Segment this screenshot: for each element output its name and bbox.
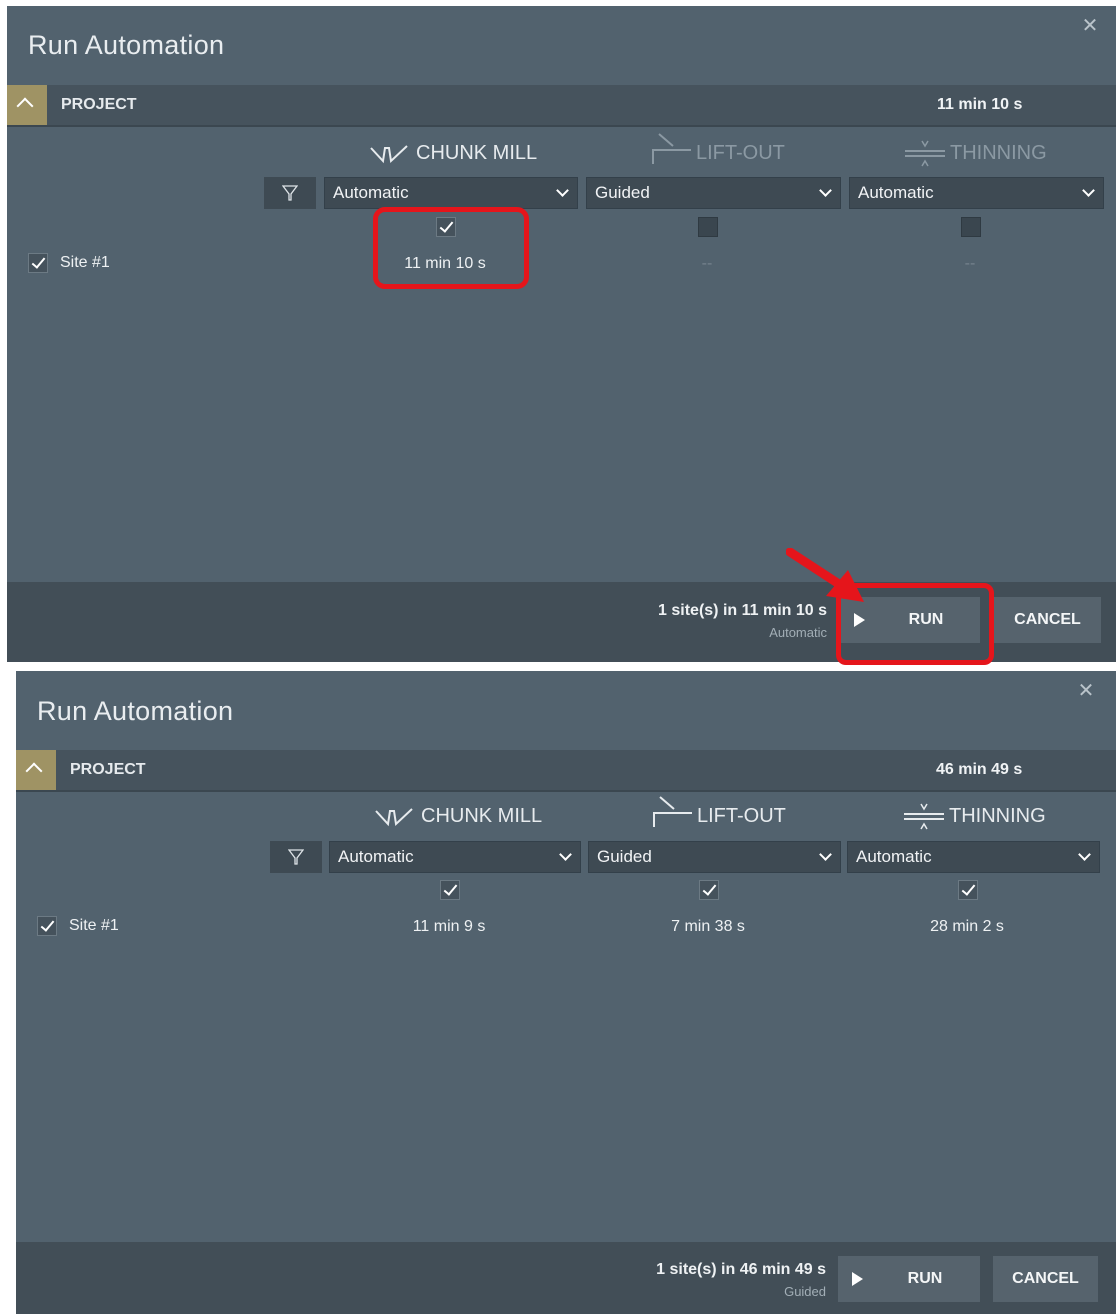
select-value: Automatic bbox=[333, 183, 409, 202]
column-label: CHUNK MILL bbox=[416, 141, 538, 164]
select-value: Automatic bbox=[858, 183, 934, 202]
chevron-down-icon bbox=[819, 848, 832, 861]
chunk-mill-checkbox[interactable] bbox=[440, 880, 460, 900]
site-thinning-time: 28 min 2 s bbox=[930, 918, 1004, 935]
column-label: THINNING bbox=[949, 804, 1046, 827]
site-chunk-mill-time: 11 min 9 s bbox=[412, 918, 486, 935]
select-value: Guided bbox=[597, 847, 652, 866]
run-summary: 1 site(s) in 11 min 10 s bbox=[658, 602, 827, 619]
select-value: Automatic bbox=[338, 847, 414, 866]
run-label: RUN bbox=[908, 611, 944, 628]
run-automation-dialog-after: Run Automation ✕ PROJECT 46 min 49 s CHU… bbox=[16, 671, 1116, 1314]
chevron-down-icon bbox=[1078, 848, 1091, 861]
site-lift-out-time: 7 min 38 s bbox=[671, 918, 745, 935]
project-label: PROJECT bbox=[70, 761, 146, 778]
site-chunk-mill-time: 11 min 10 s bbox=[404, 255, 486, 272]
run-button[interactable]: RUN bbox=[838, 1256, 980, 1302]
project-bar: PROJECT 46 min 49 s bbox=[16, 750, 1116, 792]
project-total-time: 11 min 10 s bbox=[937, 96, 1023, 113]
column-label: CHUNK MILL bbox=[421, 804, 543, 827]
thinning-checkbox[interactable] bbox=[961, 217, 981, 237]
chunk-mill-mode-select[interactable]: Automatic bbox=[324, 177, 578, 209]
chunk-mill-icon bbox=[375, 808, 413, 827]
chevron-down-icon bbox=[559, 848, 572, 861]
run-mode: Guided bbox=[784, 1284, 826, 1299]
column-label: LIFT-OUT bbox=[697, 804, 786, 827]
thinning-icon bbox=[904, 803, 944, 830]
column-header-lift-out: LIFT-OUT bbox=[651, 133, 785, 166]
run-automation-dialog-before: Run Automation ✕ PROJECT 11 min 10 s CHU… bbox=[7, 6, 1116, 662]
chevron-down-icon bbox=[556, 184, 569, 197]
project-total-time: 46 min 49 s bbox=[936, 761, 1023, 778]
run-label: RUN bbox=[907, 1270, 943, 1287]
filter-button[interactable] bbox=[270, 841, 322, 873]
filter-icon bbox=[288, 849, 304, 865]
site-thinning-time: -- bbox=[964, 255, 976, 272]
lift-out-mode-select[interactable]: Guided bbox=[586, 177, 841, 209]
column-header-chunk-mill: CHUNK MILL bbox=[374, 803, 542, 829]
thinning-icon bbox=[905, 140, 945, 167]
column-header-lift-out: LIFT-OUT bbox=[652, 796, 786, 829]
dialog-footer: 1 site(s) in 11 min 10 s Automatic RUN C… bbox=[7, 582, 1116, 662]
select-value: Guided bbox=[595, 183, 650, 202]
lift-out-icon bbox=[653, 796, 692, 827]
cancel-button[interactable]: CANCEL bbox=[994, 597, 1101, 643]
close-icon[interactable]: ✕ bbox=[1076, 681, 1096, 701]
run-summary: 1 site(s) in 46 min 49 s bbox=[656, 1261, 826, 1278]
close-icon[interactable]: ✕ bbox=[1080, 16, 1100, 36]
filter-button[interactable] bbox=[264, 177, 316, 209]
cancel-label: CANCEL bbox=[1014, 611, 1081, 628]
dialog-footer: 1 site(s) in 46 min 49 s Guided RUN CANC… bbox=[16, 1242, 1116, 1314]
lift-out-mode-select[interactable]: Guided bbox=[588, 841, 841, 873]
chevron-down-icon bbox=[1082, 184, 1095, 197]
column-label: LIFT-OUT bbox=[696, 141, 785, 164]
site-checkbox[interactable] bbox=[37, 916, 57, 936]
column-header-thinning: THINNING bbox=[903, 140, 1047, 167]
cancel-label: CANCEL bbox=[1012, 1270, 1079, 1287]
select-value: Automatic bbox=[856, 847, 932, 866]
filter-icon bbox=[282, 185, 298, 201]
lift-out-icon bbox=[652, 133, 691, 164]
project-bar: PROJECT 11 min 10 s bbox=[7, 85, 1116, 127]
site-label: Site #1 bbox=[60, 254, 110, 271]
thinning-checkbox[interactable] bbox=[958, 880, 978, 900]
arrow-annotation-icon bbox=[786, 548, 864, 602]
chunk-mill-icon bbox=[370, 145, 408, 164]
cancel-button[interactable]: CANCEL bbox=[993, 1256, 1098, 1302]
chevron-up-icon[interactable] bbox=[7, 85, 47, 125]
column-label: THINNING bbox=[950, 141, 1047, 164]
chunk-mill-checkbox[interactable] bbox=[436, 217, 456, 237]
chunk-mill-mode-select[interactable]: Automatic bbox=[329, 841, 581, 873]
chevron-down-icon bbox=[819, 184, 832, 197]
column-header-chunk-mill: CHUNK MILL bbox=[369, 140, 537, 166]
site-checkbox[interactable] bbox=[28, 253, 48, 273]
dialog-title: Run Automation bbox=[37, 696, 234, 726]
site-lift-out-time: -- bbox=[701, 255, 713, 272]
run-mode: Automatic bbox=[769, 625, 827, 640]
chevron-up-icon[interactable] bbox=[16, 750, 56, 790]
site-label: Site #1 bbox=[69, 917, 119, 934]
thinning-mode-select[interactable]: Automatic bbox=[847, 841, 1100, 873]
lift-out-checkbox[interactable] bbox=[698, 217, 718, 237]
column-header-thinning: THINNING bbox=[902, 803, 1046, 830]
project-label: PROJECT bbox=[61, 96, 137, 113]
lift-out-checkbox[interactable] bbox=[699, 880, 719, 900]
thinning-mode-select[interactable]: Automatic bbox=[849, 177, 1104, 209]
dialog-title: Run Automation bbox=[28, 30, 225, 60]
